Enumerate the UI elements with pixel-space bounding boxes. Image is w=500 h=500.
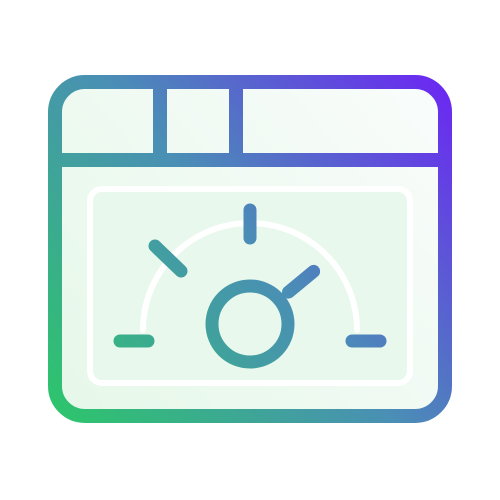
icon-canvas — [0, 0, 500, 500]
browser-window-dashboard-gauge-icon — [48, 75, 452, 423]
